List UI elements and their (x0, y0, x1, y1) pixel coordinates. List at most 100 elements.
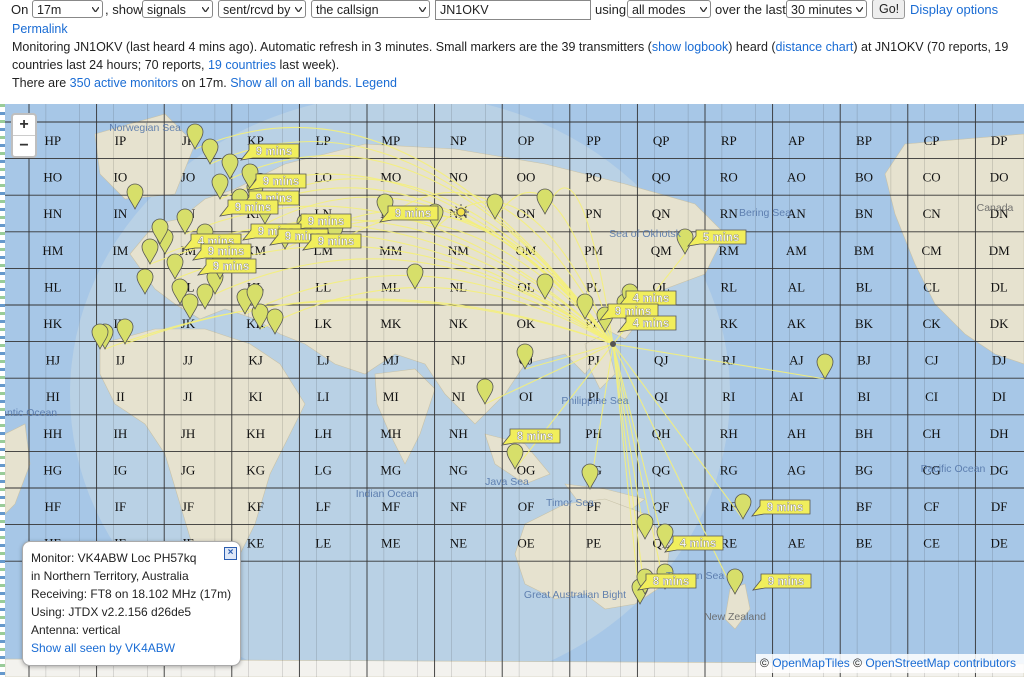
grid-square-label: BI (858, 389, 871, 404)
status-text: Monitoring JN1OKV (last heard 4 mins ago… (12, 40, 1009, 90)
openstreetmap-link[interactable]: OpenStreetMap contributors (865, 656, 1016, 670)
chevron-down-icon (700, 7, 707, 12)
time-label: 9 mins (751, 499, 811, 517)
grid-square-label: RP (721, 133, 737, 148)
grid-square-label: CH (923, 426, 941, 441)
grid-square-label: DP (991, 133, 1008, 148)
grid-square-label: HL (44, 279, 61, 294)
grid-square-label: MP (381, 133, 400, 148)
time-label-text: 5 mins (703, 232, 739, 244)
close-icon[interactable]: × (224, 547, 237, 560)
target-select[interactable]: the callsign (311, 0, 430, 18)
grid-square-label: CL (923, 279, 940, 294)
grid-square-label: HG (43, 462, 62, 477)
grid-square-label: RO (720, 170, 738, 185)
grid-square-label: CE (923, 536, 940, 551)
grid-square-label: CJ (925, 353, 939, 368)
grid-square-label: LJ (317, 353, 330, 368)
grid-square-label: DG (990, 462, 1009, 477)
grid-square-label: AH (787, 426, 806, 441)
zoom-out-button[interactable]: − (13, 135, 35, 156)
period-select[interactable]: 30 minutes (786, 0, 867, 18)
active-monitors-link[interactable]: 350 active monitors (70, 76, 178, 90)
station-marker[interactable] (126, 183, 144, 210)
callsign-input[interactable]: JN1OKV (435, 0, 591, 20)
grid-square-label: PO (585, 170, 602, 185)
popup-receiving: Receiving: FT8 on 18.102 MHz (17m) (31, 587, 232, 601)
grid-square-label: OO (517, 170, 536, 185)
zoom-control: + − (11, 113, 37, 158)
grid-square-label: OE (517, 536, 534, 551)
time-label: 8 mins (637, 573, 697, 591)
show-all-bands-link[interactable]: Show all on all bands. (230, 76, 352, 90)
grid-square-label: DI (992, 389, 1006, 404)
grid-square-label: BO (855, 170, 873, 185)
grid-square-label: DO (990, 170, 1009, 185)
mode-select[interactable]: all modes (627, 0, 711, 18)
grid-square-label: RJ (722, 353, 736, 368)
grid-square-label: CF (924, 499, 940, 514)
place-label: Pacific Ocean (921, 463, 986, 475)
grid-square-label: DF (991, 499, 1008, 514)
band-select[interactable]: 17m (32, 0, 103, 18)
grid-square-label: BL (856, 279, 873, 294)
station-marker[interactable] (816, 353, 834, 380)
grid-square-label: QP (653, 133, 670, 148)
time-label: 9 mins (219, 199, 279, 217)
time-label-text: 9 mins (235, 202, 271, 214)
grid-square-label: QN (652, 206, 671, 221)
place-label: Java Sea (485, 476, 529, 488)
chevron-down-icon (92, 7, 99, 12)
time-label-text: 9 mins (318, 236, 354, 248)
grid-square-label: PN (585, 206, 602, 221)
on-label: On (11, 2, 29, 17)
display-options-link[interactable]: Display options (910, 2, 998, 17)
grid-square-label: HI (46, 389, 60, 404)
grid-square-label: ML (381, 279, 401, 294)
grid-square-label: QO (652, 170, 671, 185)
grid-square-label: BP (856, 133, 872, 148)
grid-square-label: HM (42, 243, 63, 258)
show-select[interactable]: signals (142, 0, 213, 18)
grid-square-label: KG (246, 462, 265, 477)
grid-square-label: MH (380, 426, 401, 441)
time-label-text: 8 mins (517, 431, 553, 443)
show-logbook-link[interactable]: show logbook (652, 40, 728, 54)
grid-square-label: IF (115, 499, 127, 514)
time-label: 8 mins (501, 428, 561, 446)
time-label: 9 mins (379, 205, 439, 223)
grid-square-label: NF (450, 499, 467, 514)
station-marker[interactable] (734, 493, 752, 520)
grid-square-label: LE (315, 536, 331, 551)
time-label: 9 mins (197, 258, 257, 276)
grid-square-label: AG (787, 462, 806, 477)
home-station-marker[interactable] (610, 341, 616, 347)
chevron-down-icon (856, 7, 863, 12)
zoom-in-button[interactable]: + (13, 115, 35, 135)
popup-location: in Northern Territory, Australia (31, 569, 189, 583)
openmaptiles-link[interactable]: OpenMapTiles (772, 656, 850, 670)
grid-square-label: RL (720, 279, 737, 294)
place-label: Timor Sea (546, 497, 594, 509)
grid-square-label: BJ (857, 353, 871, 368)
grid-square-label: NE (450, 536, 467, 551)
grid-square-label: OI (519, 389, 533, 404)
direction-select[interactable]: sent/rcvd by (218, 0, 306, 18)
permalink-link[interactable]: Permalink (12, 22, 68, 36)
distance-chart-link[interactable]: distance chart (776, 40, 854, 54)
time-label-text: 4 mins (680, 538, 716, 550)
monitor-popup: × Monitor: VK4ABW Loc PH57kq in Northern… (22, 541, 241, 666)
time-label-text: 9 mins (395, 208, 431, 220)
grid-square-label: AO (787, 170, 806, 185)
grid-square-label: DJ (992, 353, 1006, 368)
grid-square-label: CP (924, 133, 940, 148)
popup-show-all-link[interactable]: Show all seen by VK4ABW (31, 641, 175, 655)
grid-square-label: BN (855, 206, 874, 221)
time-label: 4 mins (617, 315, 677, 333)
grid-square-label: HK (43, 316, 62, 331)
go-button[interactable]: Go! (872, 0, 905, 19)
grid-square-label: DM (989, 243, 1010, 258)
legend-link[interactable]: Legend (355, 76, 397, 90)
grid-square-label: IP (115, 133, 127, 148)
countries-link[interactable]: 19 countries (208, 58, 276, 72)
